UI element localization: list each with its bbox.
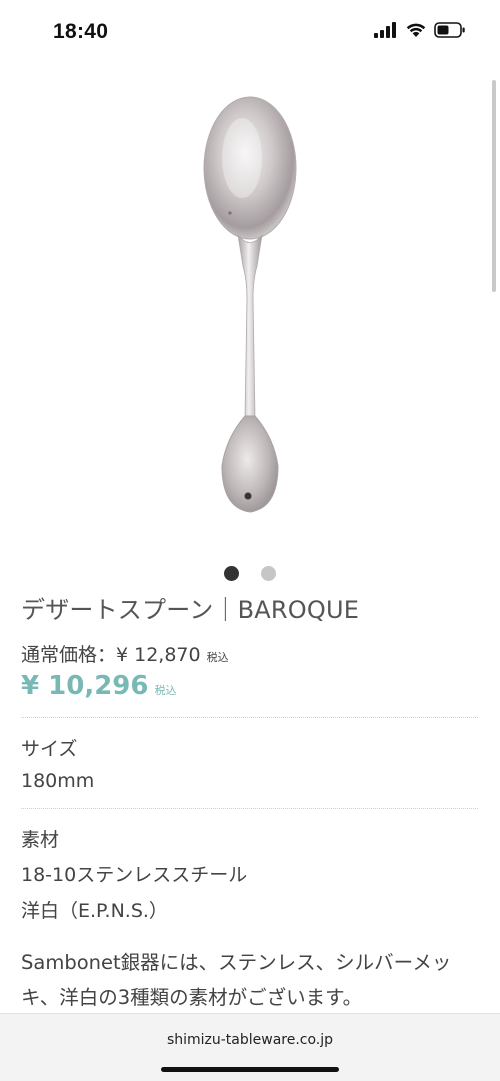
carousel-dot-2[interactable] [261, 566, 276, 581]
regular-price: 通常価格：¥ 12,870 税込 [21, 640, 229, 667]
product-image[interactable] [160, 88, 340, 518]
battery-icon [434, 22, 466, 43]
status-icons [374, 22, 466, 43]
product-description: Sambonet銀器には、ステンレス、シルバーメッ キ、洋白の3種類の素材がござ… [21, 945, 481, 1015]
wifi-icon [405, 22, 427, 43]
material-value-1: 18-10ステンレススチール [21, 864, 248, 886]
product-title: デザートスプーン｜BAROQUE [21, 596, 360, 624]
status-bar: 18:40 [0, 0, 500, 66]
cellular-signal-icon [374, 22, 398, 43]
page-scrollbar[interactable] [492, 80, 496, 292]
regular-price-tax: 税込 [206, 651, 229, 664]
material-label: 素材 [21, 829, 60, 851]
browser-bottom-bar: shimizu-tableware.co.jp [0, 1013, 500, 1081]
material-value-2: 洋白（E.P.N.S.） [21, 900, 168, 922]
description-line: キ、洋白の3種類の素材がございます。 [21, 986, 363, 1009]
sale-price-value: ¥ 10,296 [21, 671, 149, 701]
regular-price-label: 通常価格：¥ 12,870 [21, 644, 201, 666]
divider [21, 717, 478, 718]
size-value: 180mm [21, 770, 95, 792]
sale-price: ¥ 10,296 税込 [21, 671, 176, 701]
sale-price-tax: 税込 [154, 684, 177, 697]
status-time: 18:40 [53, 20, 109, 43]
carousel-dots [0, 566, 500, 581]
carousel-dot-1[interactable] [224, 566, 239, 581]
size-label: サイズ [21, 738, 78, 760]
description-line: Sambonet銀器には、ステンレス、シルバーメッ [21, 951, 452, 974]
home-indicator[interactable] [161, 1067, 339, 1072]
url-bar[interactable]: shimizu-tableware.co.jp [0, 1032, 500, 1048]
divider [21, 808, 478, 809]
